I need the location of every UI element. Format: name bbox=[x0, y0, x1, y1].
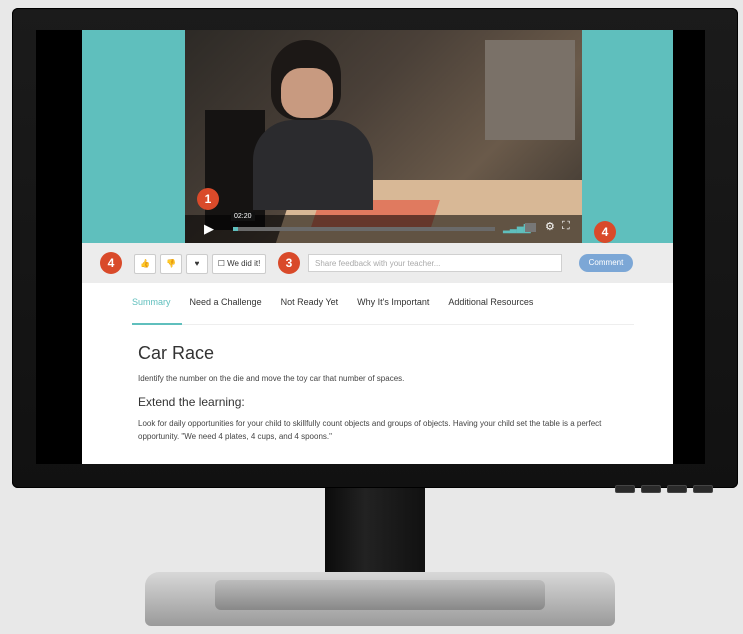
teal-side-panel-right bbox=[582, 30, 673, 243]
feedback-input[interactable]: Share feedback with your teacher... bbox=[308, 254, 562, 272]
tab-divider bbox=[132, 324, 634, 325]
comment-button[interactable]: Comment bbox=[579, 254, 633, 272]
video-background bbox=[485, 40, 575, 140]
thumbs-up-button[interactable]: 👍 bbox=[134, 254, 156, 274]
tab-summary[interactable]: Summary bbox=[132, 297, 171, 315]
video-child-face bbox=[281, 68, 333, 118]
annotation-badge: 4 bbox=[594, 221, 616, 243]
activity-title: Car Race bbox=[138, 343, 215, 363]
monitor-buttons bbox=[615, 485, 713, 493]
extend-heading: Extend the learning: bbox=[138, 395, 245, 409]
extend-text: Look for daily opportunities for your ch… bbox=[138, 419, 602, 441]
progress-bar[interactable] bbox=[233, 227, 495, 231]
activity-description: Identify the number on the die and move … bbox=[138, 374, 405, 383]
captions-icon[interactable] bbox=[525, 223, 536, 232]
video-area: ▶ 02:20 ▂▃▅▇ ⚙ ⛶ 1 bbox=[36, 30, 705, 243]
annotation-badge: 4 bbox=[100, 252, 122, 274]
screen: ▶ 02:20 ▂▃▅▇ ⚙ ⛶ 1 4 👍 👎 ♥ ☐ We did it! … bbox=[36, 30, 705, 464]
monitor: ▶ 02:20 ▂▃▅▇ ⚙ ⛶ 1 4 👍 👎 ♥ ☐ We did it! … bbox=[0, 0, 743, 634]
time-tooltip: 02:20 bbox=[231, 212, 255, 221]
video-child-body bbox=[253, 120, 373, 210]
tab-not-ready-yet[interactable]: Not Ready Yet bbox=[281, 297, 339, 315]
we-did-it-checkbox[interactable]: ☐ We did it! bbox=[212, 254, 266, 274]
play-button[interactable]: ▶ bbox=[199, 219, 219, 239]
monitor-button bbox=[667, 485, 687, 493]
gear-icon[interactable]: ⚙ bbox=[545, 220, 555, 233]
video-controls: ▶ 02:20 ▂▃▅▇ ⚙ ⛶ bbox=[185, 212, 582, 243]
thumbs-down-button[interactable]: 👎 bbox=[160, 254, 182, 274]
monitor-stand-neck bbox=[325, 488, 425, 576]
progress-fill bbox=[233, 227, 239, 231]
teal-side-panel-left bbox=[82, 30, 185, 243]
annotation-badge: 3 bbox=[278, 252, 300, 274]
tab-need-a-challenge[interactable]: Need a Challenge bbox=[190, 297, 262, 315]
monitor-button bbox=[641, 485, 661, 493]
monitor-button bbox=[615, 485, 635, 493]
activity-content: Summary Need a Challenge Not Ready Yet W… bbox=[82, 283, 673, 464]
tab-active-indicator bbox=[132, 323, 182, 325]
annotation-badge: 1 bbox=[197, 188, 219, 210]
tab-additional-resources[interactable]: Additional Resources bbox=[448, 297, 533, 315]
tab-why-its-important[interactable]: Why It's Important bbox=[357, 297, 429, 315]
fullscreen-icon[interactable]: ⛶ bbox=[562, 220, 570, 233]
monitor-stand-plate bbox=[215, 580, 545, 610]
tab-bar: Summary Need a Challenge Not Ready Yet W… bbox=[132, 297, 533, 315]
action-bar: 4 👍 👎 ♥ ☐ We did it! 3 Share feedback wi… bbox=[82, 221, 673, 283]
power-button bbox=[693, 485, 713, 493]
heart-button[interactable]: ♥ bbox=[186, 254, 208, 274]
